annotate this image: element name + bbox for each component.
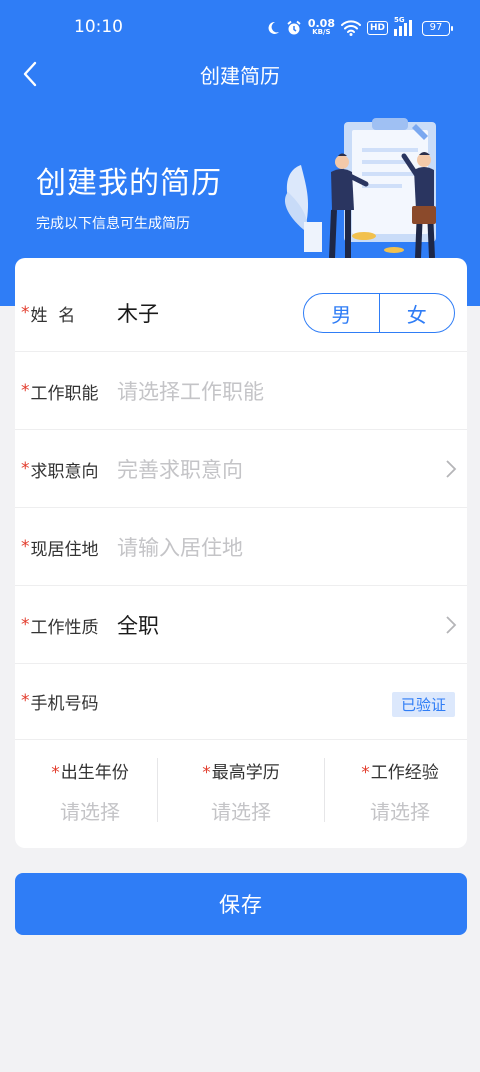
education-value: 请选择: [211, 800, 271, 824]
moon-icon: [268, 21, 279, 34]
net-speed-value: 0.08: [307, 17, 335, 30]
job-intention-field[interactable]: 完善求职意向: [117, 430, 243, 508]
phone-label: * 手机号码: [21, 662, 99, 740]
experience-picker[interactable]: *工作经验 请选择: [325, 738, 475, 838]
chevron-right-icon: [446, 460, 457, 478]
battery-level: 97: [429, 21, 443, 33]
gender-female-button[interactable]: 女: [380, 294, 455, 332]
signal-label: 5G: [394, 16, 405, 24]
verified-badge: 已验证: [391, 692, 455, 717]
save-button[interactable]: 保存: [15, 873, 467, 935]
status-icons: 0.08 KB/S HD 5G 97: [266, 16, 453, 39]
job-function-field[interactable]: 请选择工作职能: [117, 352, 264, 430]
name-label: * 姓 名: [21, 274, 75, 352]
net-speed-unit: KB/S: [312, 28, 331, 36]
birth-year-picker[interactable]: *出生年份 请选择: [15, 738, 165, 838]
phone-row: * 手机号码 已验证: [15, 662, 467, 740]
status-bar: 10:10 0.08 KB/S HD 5G 97: [0, 0, 480, 52]
name-label-text: 姓 名: [30, 305, 76, 326]
name-row: * 姓 名 木子 男 女: [15, 274, 467, 352]
job-function-row[interactable]: * 工作职能 请选择工作职能: [15, 352, 467, 430]
gender-toggle: 男 女: [303, 293, 455, 333]
experience-label-text: 工作经验: [370, 763, 439, 783]
resume-illustration: [284, 118, 436, 259]
job-type-field[interactable]: 全职: [117, 586, 159, 664]
residence-row[interactable]: * 现居住地 请输入居住地: [15, 508, 467, 586]
net-speed: 0.08 KB/S: [307, 17, 335, 37]
job-function-label-text: 工作职能: [30, 383, 99, 404]
birth-year-value: 请选择: [60, 800, 120, 824]
required-mark: *: [21, 691, 30, 711]
status-time: 10:10: [74, 17, 123, 37]
education-picker[interactable]: *最高学历 请选择: [166, 738, 316, 838]
job-type-row[interactable]: * 工作性质 全职: [15, 586, 467, 664]
phone-label-text: 手机号码: [30, 693, 99, 714]
residence-label: * 现居住地: [21, 508, 99, 586]
hero-title: 创建我的简历: [36, 166, 222, 201]
hero-subtitle: 完成以下信息可生成简历: [36, 216, 190, 232]
job-intention-row[interactable]: * 求职意向 完善求职意向: [15, 430, 467, 508]
job-intention-label-text: 求职意向: [30, 461, 99, 482]
resume-form-card: * 姓 名 木子 男 女 * 工作职能 请选择工作职能 * 求职意向 完善求职意向 *…: [15, 258, 467, 848]
required-mark: *: [202, 763, 211, 783]
gender-male-button[interactable]: 男: [304, 294, 380, 332]
birth-year-label: *出生年份: [15, 758, 165, 783]
required-mark: *: [21, 381, 30, 401]
job-intention-label: * 求职意向: [21, 430, 99, 508]
required-mark: *: [21, 303, 30, 323]
education-label: *最高学历: [166, 758, 316, 783]
name-input[interactable]: 木子: [117, 274, 159, 352]
residence-input[interactable]: 请输入居住地: [117, 508, 243, 586]
job-function-label: * 工作职能: [21, 352, 99, 430]
divider: [157, 758, 158, 822]
chevron-right-icon: [446, 616, 457, 634]
page-title: 创建简历: [200, 64, 280, 88]
required-mark: *: [51, 763, 60, 783]
education-label-text: 最高学历: [211, 763, 280, 783]
required-mark: *: [21, 537, 30, 557]
required-mark: *: [21, 615, 30, 635]
hd-badge: HD: [366, 21, 388, 35]
extra-info-row: *出生年份 请选择 *最高学历 请选择 *工作经验 请选择: [15, 738, 467, 838]
required-mark: *: [361, 763, 370, 783]
wifi-icon: [340, 20, 361, 36]
residence-label-text: 现居住地: [30, 539, 99, 560]
experience-value: 请选择: [370, 800, 430, 824]
job-type-label: * 工作性质: [21, 586, 99, 664]
birth-year-label-text: 出生年份: [60, 763, 129, 783]
nav-bar: 创建简历: [0, 52, 480, 96]
signal-indicator: 5G: [394, 16, 416, 36]
alarm-icon: [287, 20, 301, 35]
job-type-label-text: 工作性质: [30, 617, 99, 638]
battery-icon: 97: [422, 20, 453, 36]
required-mark: *: [21, 459, 30, 479]
experience-label: *工作经验: [325, 758, 475, 783]
